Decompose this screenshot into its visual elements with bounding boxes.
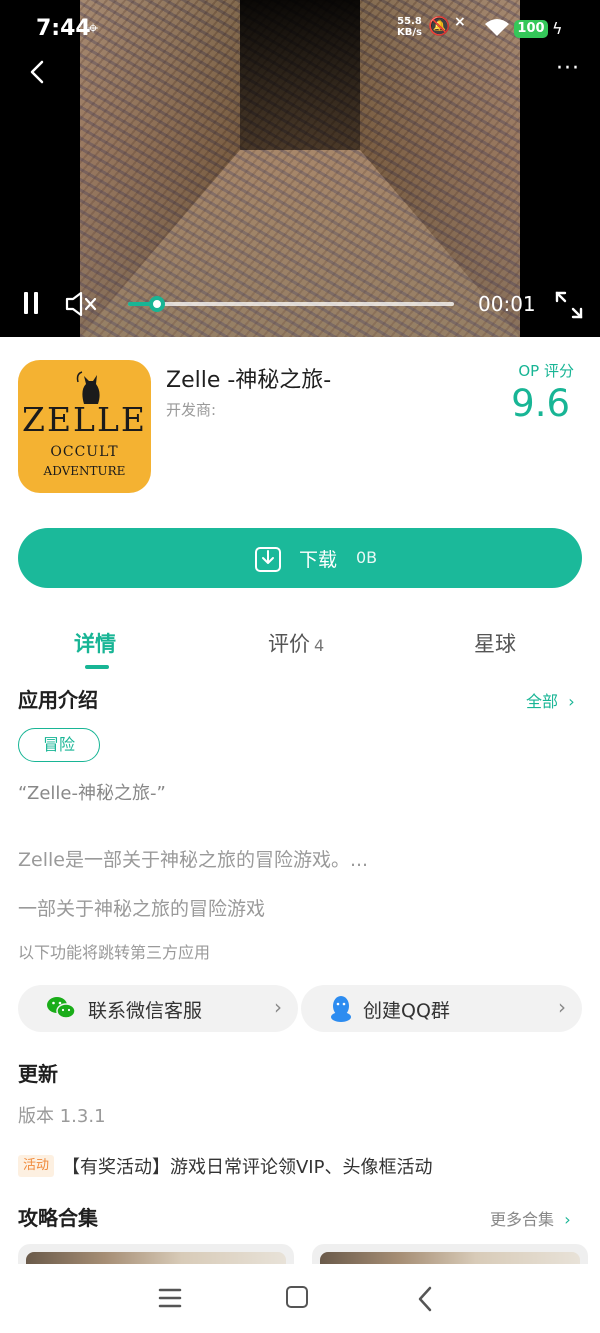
guides-section-title: 攻略合集: [18, 1206, 98, 1230]
app-summary: 一部关于神秘之旅的冒险游戏: [18, 898, 266, 920]
chevron-right-icon: ›: [559, 1210, 571, 1229]
wifi-icon: [484, 18, 510, 42]
back-icon[interactable]: [26, 58, 50, 86]
video-seek-bar[interactable]: [128, 296, 454, 312]
home-icon[interactable]: [286, 1286, 308, 1308]
signal-off-icon: ×: [454, 14, 466, 30]
download-label: 下载: [299, 549, 338, 571]
score-label: OP 评分: [518, 362, 574, 380]
chevron-right-icon: ›: [274, 995, 282, 1019]
charging-icon: ϟ: [552, 19, 563, 38]
more-options-icon[interactable]: ···: [556, 56, 580, 81]
more-guides-link[interactable]: 更多合集 ›: [490, 1206, 571, 1230]
app-icon-logo-subtext: ADVENTURE: [43, 464, 126, 478]
review-count: 4: [314, 636, 325, 655]
contact-wechat-button[interactable]: 联系微信客服 ›: [18, 985, 298, 1032]
chevron-right-icon: ›: [558, 995, 566, 1019]
app-icon-logo-text: ZELLE: [22, 400, 147, 439]
wechat-label: 联系微信客服: [88, 1000, 203, 1022]
qq-icon: [331, 996, 351, 1022]
create-qq-group-button[interactable]: 创建QQ群 ›: [301, 985, 582, 1032]
genre-tag[interactable]: 冒险: [18, 728, 100, 762]
tab-details[interactable]: 详情: [74, 628, 116, 658]
network-speed: 55.8 KB/s: [397, 16, 422, 38]
app-description[interactable]: Zelle是一部关于神秘之旅的冒险游戏。...: [18, 845, 368, 872]
download-icon: [255, 547, 281, 572]
developer-label: 开发商:: [166, 401, 217, 419]
third-party-note: 以下功能将跳转第三方应用: [18, 943, 211, 962]
update-section-title: 更新: [18, 1062, 58, 1086]
tab-planet[interactable]: 星球: [474, 628, 516, 658]
mute-icon: 🔕: [428, 16, 451, 37]
system-nav-bar: [0, 1264, 600, 1333]
app-quote: “Zelle-神秘之旅-”: [18, 783, 166, 804]
chevron-right-icon: ›: [563, 692, 575, 711]
download-size: 0B: [356, 548, 378, 567]
volume-muted-icon[interactable]: [64, 290, 98, 318]
intro-section-title: 应用介绍: [18, 688, 98, 712]
nav-back-icon[interactable]: [416, 1286, 434, 1312]
wechat-icon: [47, 997, 76, 1019]
pause-button[interactable]: [22, 292, 40, 316]
battery-icon: 100: [514, 20, 548, 38]
event-badge: 活动: [18, 1155, 54, 1177]
qq-label: 创建QQ群: [363, 1000, 450, 1022]
location-icon: ⌖: [88, 18, 99, 39]
see-all-link[interactable]: 全部 ›: [526, 688, 575, 712]
tab-reviews[interactable]: 评价 4: [268, 628, 324, 658]
recent-apps-icon[interactable]: [158, 1288, 182, 1308]
status-time: 7:44: [36, 16, 91, 41]
app-icon: ZELLE OCCULT ADVENTURE: [18, 360, 151, 493]
version-text: 版本 1.3.1: [18, 1106, 106, 1127]
score-value: 9.6: [511, 382, 570, 425]
download-button[interactable]: 下载 0B: [18, 528, 582, 588]
event-link[interactable]: 【有奖活动】游戏日常评论领VIP、头像框活动: [62, 1153, 432, 1179]
status-bar: 7:44 ⌖ 55.8 KB/s 🔕 × 100 ϟ: [0, 0, 600, 58]
app-title: Zelle -神秘之旅-: [166, 368, 332, 393]
fullscreen-icon[interactable]: [554, 290, 584, 320]
tab-reviews-label: 评价: [268, 632, 310, 656]
app-icon-logo-subtext: OCCULT: [50, 444, 119, 460]
pause-icon: [24, 292, 28, 314]
video-elapsed-time: 00:01: [478, 292, 536, 316]
active-tab-indicator: [85, 665, 109, 669]
video-player[interactable]: 7:44 ⌖ 55.8 KB/s 🔕 × 100 ϟ ··· 00:01: [0, 0, 600, 337]
